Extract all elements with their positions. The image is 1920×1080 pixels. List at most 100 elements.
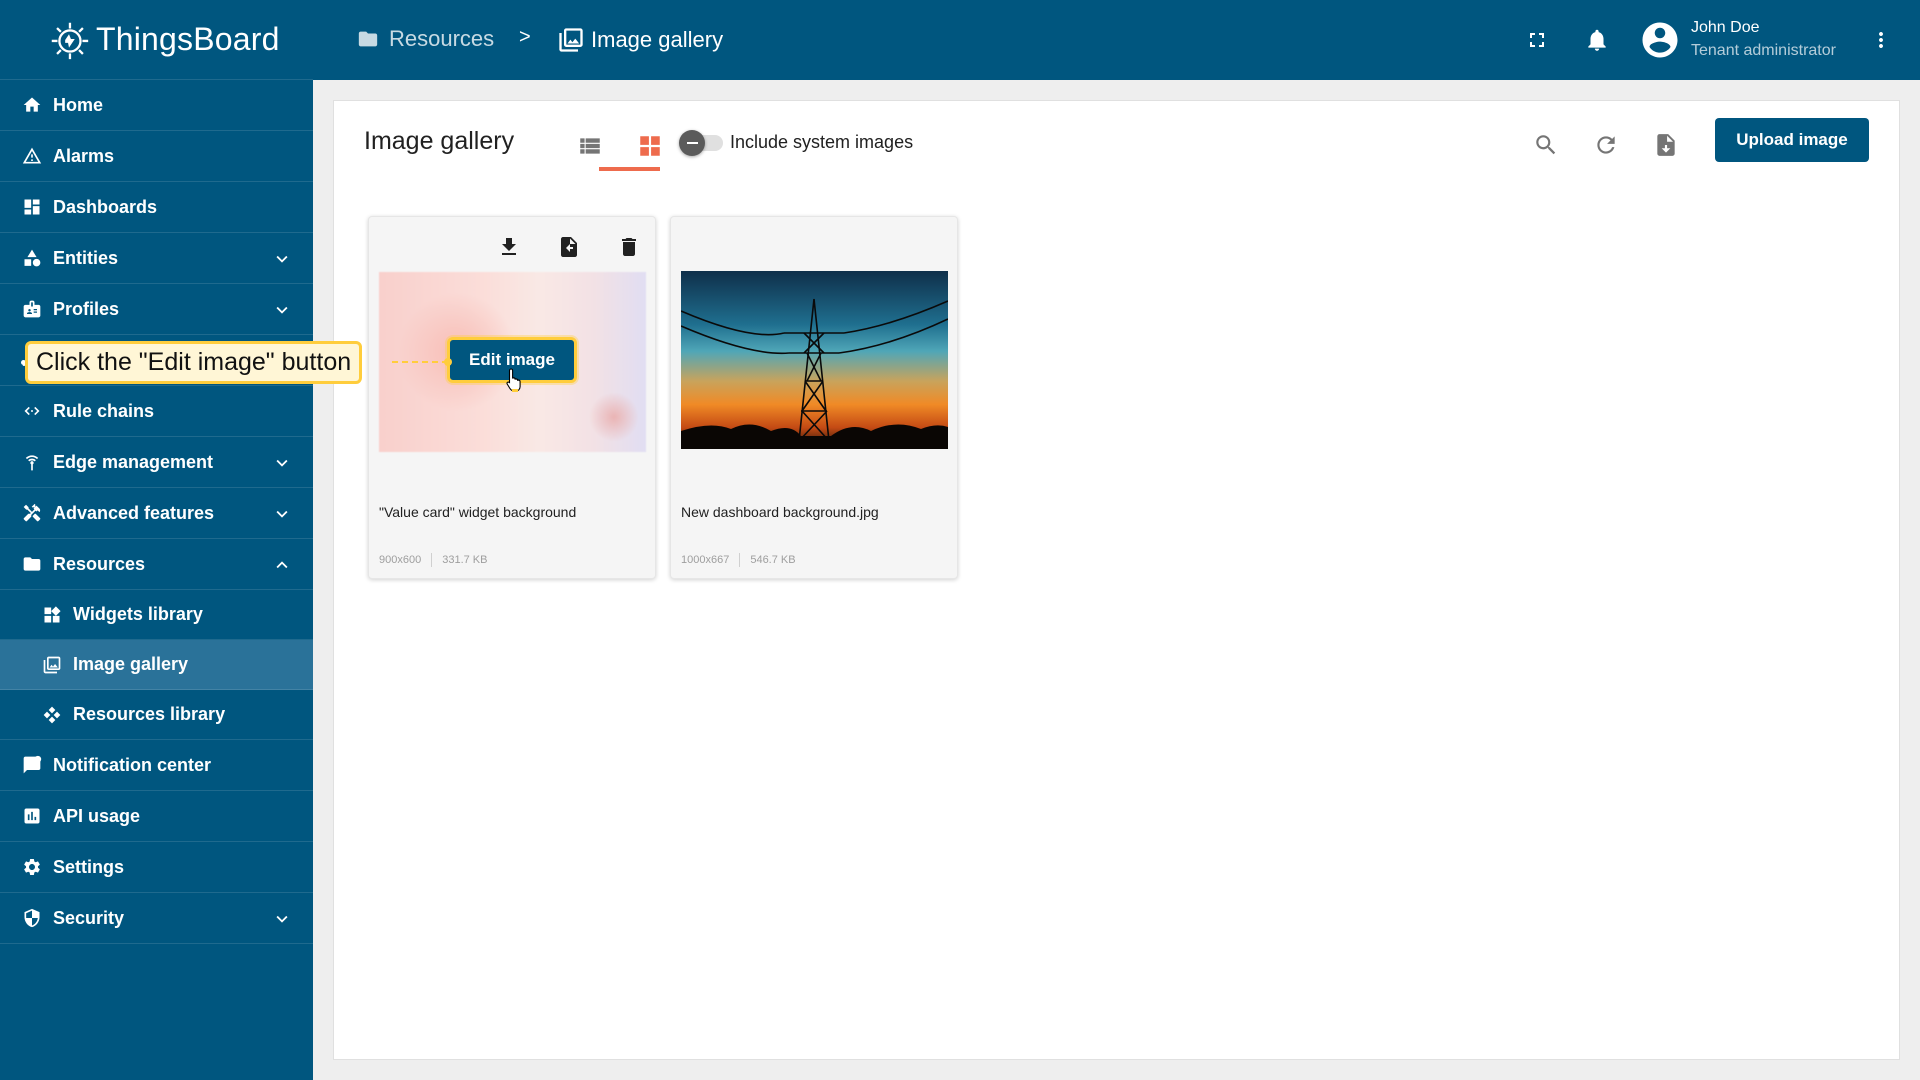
app-name: ThingsBoard xyxy=(96,21,280,57)
export-image-button[interactable] xyxy=(549,231,589,263)
sidebar-item-label: Advanced features xyxy=(53,502,215,523)
file-export-icon xyxy=(561,237,577,257)
image-name: New dashboard background.jpg xyxy=(681,504,879,520)
refresh-button[interactable] xyxy=(1586,125,1626,165)
sidebar-item-label: Security xyxy=(53,907,125,928)
notification-center-icon xyxy=(21,754,43,776)
fullscreen-icon xyxy=(1530,33,1544,47)
sidebar-item-label: Rule chains xyxy=(53,400,155,421)
sidebar-item-label: Edge management xyxy=(53,451,214,472)
callout-connector-dot xyxy=(444,358,452,366)
callout-connector xyxy=(392,361,448,363)
fullscreen-button[interactable] xyxy=(1522,25,1552,55)
page-title: Image gallery xyxy=(364,127,515,155)
chevron-down-icon[interactable] xyxy=(271,908,293,930)
power-tower-image xyxy=(681,298,948,449)
sidebar-item-label: Widgets library xyxy=(73,604,203,624)
chevron-down-icon[interactable] xyxy=(271,452,293,474)
widgets-icon xyxy=(41,604,63,626)
thingsboard-logo-icon xyxy=(51,22,89,59)
breadcrumb-label: Resources xyxy=(389,26,495,51)
image-thumbnail xyxy=(681,271,948,449)
sidebar-item-entities[interactable]: Entities xyxy=(0,233,313,284)
image-resolution: 900x600 xyxy=(379,554,422,566)
profiles-icon xyxy=(21,298,43,320)
sidebar-item-widgets-library[interactable]: Widgets library xyxy=(0,590,313,640)
sidebar-item-settings[interactable]: Settings xyxy=(0,842,313,893)
edge-icon xyxy=(21,451,43,473)
grid-view-button[interactable] xyxy=(629,125,671,167)
file-import-icon xyxy=(1657,134,1675,156)
sidebar-item-label: Resources xyxy=(53,553,146,574)
sidebar-item-label: Home xyxy=(53,94,104,115)
chevron-down-icon[interactable] xyxy=(271,248,293,270)
tutorial-callout: Click the "Edit image" button xyxy=(25,341,363,384)
account-circle-icon xyxy=(1642,22,1678,58)
sidebar-item-label: Notification center xyxy=(53,754,212,775)
sidebar-item-dashboards[interactable]: Dashboards xyxy=(0,182,313,233)
notifications-button[interactable] xyxy=(1582,25,1612,55)
resources-library-icon xyxy=(41,704,63,726)
list-view-icon xyxy=(580,138,600,154)
breadcrumb-resources[interactable]: Resources xyxy=(355,26,494,52)
grid-view-icon xyxy=(640,136,660,156)
rule-chains-icon xyxy=(21,400,43,422)
hand-cursor-icon xyxy=(506,368,521,392)
active-view-indicator xyxy=(599,167,660,171)
more-menu-button[interactable] xyxy=(1866,25,1896,55)
folder-icon xyxy=(21,553,43,575)
search-button[interactable] xyxy=(1526,125,1566,165)
image-size: 546.7 KB xyxy=(750,554,796,566)
chevron-down-icon[interactable] xyxy=(271,299,293,321)
image-gallery-card: Image gallery Include system images Uplo… xyxy=(333,100,1900,1060)
image-card[interactable]: Edit image "Value card" widget backgroun… xyxy=(368,216,656,579)
search-icon xyxy=(1536,135,1556,155)
image-preview-area: Edit image xyxy=(369,217,655,492)
sidebar: ThingsBoard Home Alarms Dashboards Entities… xyxy=(0,0,313,1080)
sidebar-item-api-usage[interactable]: API usage xyxy=(0,791,313,842)
sidebar-item-image-gallery[interactable]: Image gallery xyxy=(0,640,313,690)
user-role: Tenant administrator xyxy=(1691,42,1836,59)
sidebar-item-label: Dashboards xyxy=(53,196,158,217)
top-header: Resources > Image gallery John Doe Tenan… xyxy=(313,0,1920,80)
import-image-button[interactable] xyxy=(1646,125,1686,165)
delete-icon xyxy=(622,238,636,256)
list-view-button[interactable] xyxy=(569,125,611,167)
chevron-down-icon[interactable] xyxy=(271,503,293,525)
sidebar-item-resources[interactable]: Resources xyxy=(0,539,313,590)
chevron-up-icon[interactable] xyxy=(271,554,293,576)
image-card-actions xyxy=(489,231,649,263)
image-gallery-icon xyxy=(41,654,63,676)
sidebar-item-home[interactable]: Home xyxy=(0,80,313,131)
app-logo[interactable]: ThingsBoard xyxy=(0,0,313,80)
breadcrumb-image-gallery: Image gallery xyxy=(557,26,723,54)
sidebar-item-notification-center[interactable]: Notification center xyxy=(0,740,313,791)
sidebar-item-security[interactable]: Security xyxy=(0,893,313,944)
breadcrumb-label: Image gallery xyxy=(591,27,724,52)
user-menu[interactable]: John Doe Tenant administrator xyxy=(1639,17,1836,63)
image-card[interactable]: New dashboard background.jpg 1000x667 54… xyxy=(670,216,958,579)
alarm-icon xyxy=(21,145,43,167)
sidebar-item-label: Settings xyxy=(53,856,125,877)
sidebar-item-advanced-features[interactable]: Advanced features xyxy=(0,488,313,539)
entities-icon xyxy=(21,247,43,269)
sidebar-item-alarms[interactable]: Alarms xyxy=(0,131,313,182)
sidebar-item-label: API usage xyxy=(53,805,141,826)
sidebar-item-label: Image gallery xyxy=(73,654,189,674)
include-system-images-toggle[interactable] xyxy=(679,130,723,156)
home-icon xyxy=(21,94,43,116)
sidebar-item-profiles[interactable]: Profiles xyxy=(0,284,313,335)
sidebar-item-resources-library[interactable]: Resources library xyxy=(0,690,313,740)
security-icon xyxy=(21,907,43,929)
download-icon xyxy=(502,238,516,255)
download-image-button[interactable] xyxy=(489,231,529,263)
sidebar-item-label: Alarms xyxy=(53,145,115,166)
sidebar-item-edge-management[interactable]: Edge management xyxy=(0,437,313,488)
advanced-features-icon xyxy=(21,502,43,524)
upload-image-button[interactable]: Upload image xyxy=(1715,118,1869,162)
image-resolution: 1000x667 xyxy=(681,554,730,566)
image-meta: 1000x667 546.7 KB xyxy=(681,553,796,567)
sidebar-item-rule-chains[interactable]: Rule chains xyxy=(0,386,313,437)
delete-image-button[interactable] xyxy=(609,231,649,263)
folder-icon xyxy=(358,31,378,47)
